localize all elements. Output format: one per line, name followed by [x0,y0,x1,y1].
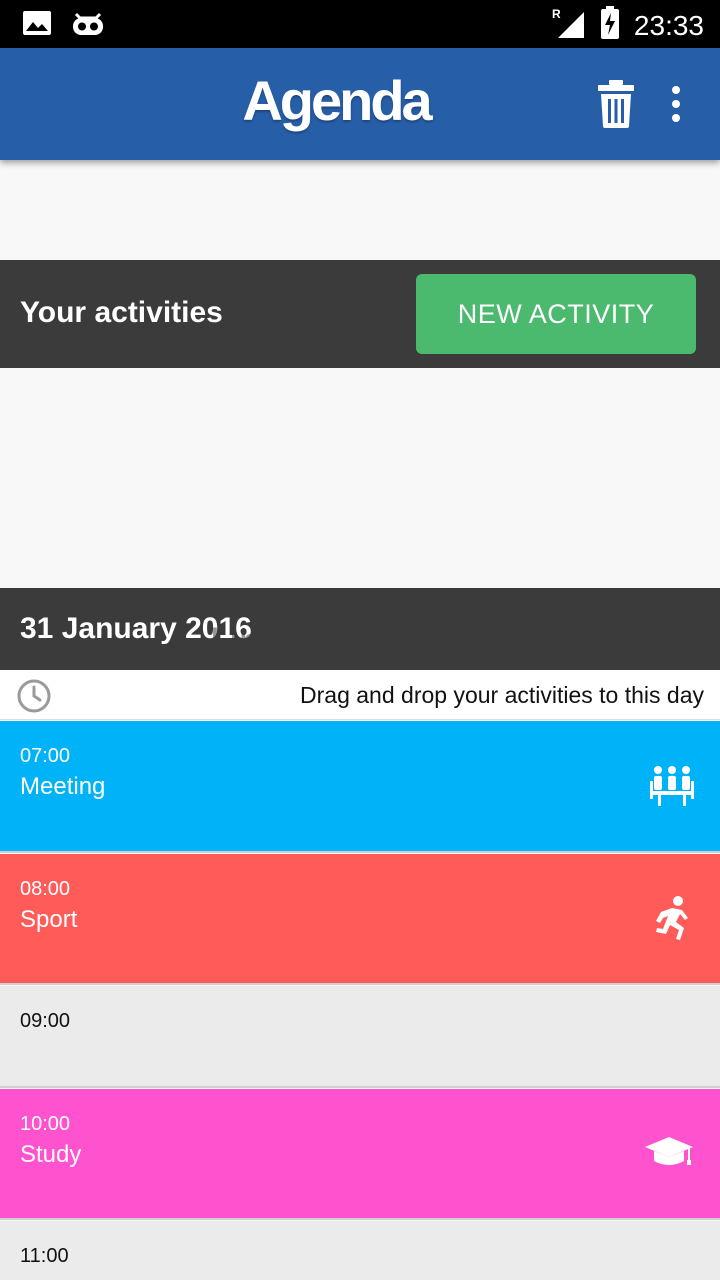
slot-time: 11:00 [20,1245,69,1267]
time-slot-1100[interactable]: 11:00 [0,1221,720,1280]
day-date: 31 January 2016 [20,612,252,645]
status-time: 23:33 [633,9,704,41]
image-icon [22,10,52,41]
voicemail-icon [72,10,104,41]
overflow-menu-button[interactable] [664,84,688,124]
day-header: 31 January 2016 [0,588,720,670]
time-slot-0700[interactable]: 07:00 Meeting [0,721,720,853]
time-slot-0900[interactable]: 09:00 [0,986,720,1088]
svg-text:R: R [552,7,561,21]
top-spacer [0,160,720,260]
slot-time: 07:00 [20,745,71,767]
app-title: Agenda [242,69,432,132]
status-bar: R 23:33 [0,0,720,48]
time-slot-0800[interactable]: 08:00 Sport [0,854,720,985]
slot-activity-name: Sport [20,906,78,933]
delete-button[interactable] [594,78,638,130]
running-icon [656,896,688,940]
slot-time: 08:00 [20,878,71,900]
overflow-menu-icon [672,86,680,122]
signal-r-icon: R [552,6,586,45]
time-slot-1000[interactable]: 10:00 Study [0,1089,720,1220]
slot-activity-name: Study [20,1141,82,1168]
app-bar: Agenda [0,48,720,160]
activities-title: Your activities [20,296,223,329]
graduation-cap-icon [645,1137,693,1165]
meeting-icon [650,766,694,806]
battery-charging-icon [600,6,620,45]
slot-time: 09:00 [20,1010,71,1032]
drop-hint-row: Drag and drop your activities to this da… [0,670,720,720]
slot-activity-name: Meeting [20,773,106,800]
slot-time: 10:00 [20,1113,71,1135]
activities-header: Your activities NEW ACTIVITY [0,260,720,368]
clock-icon [17,679,51,713]
trash-icon [598,80,634,128]
new-activity-button[interactable]: NEW ACTIVITY [416,274,696,354]
activities-list[interactable] [0,368,720,588]
drop-hint-text: Drag and drop your activities to this da… [300,682,704,708]
